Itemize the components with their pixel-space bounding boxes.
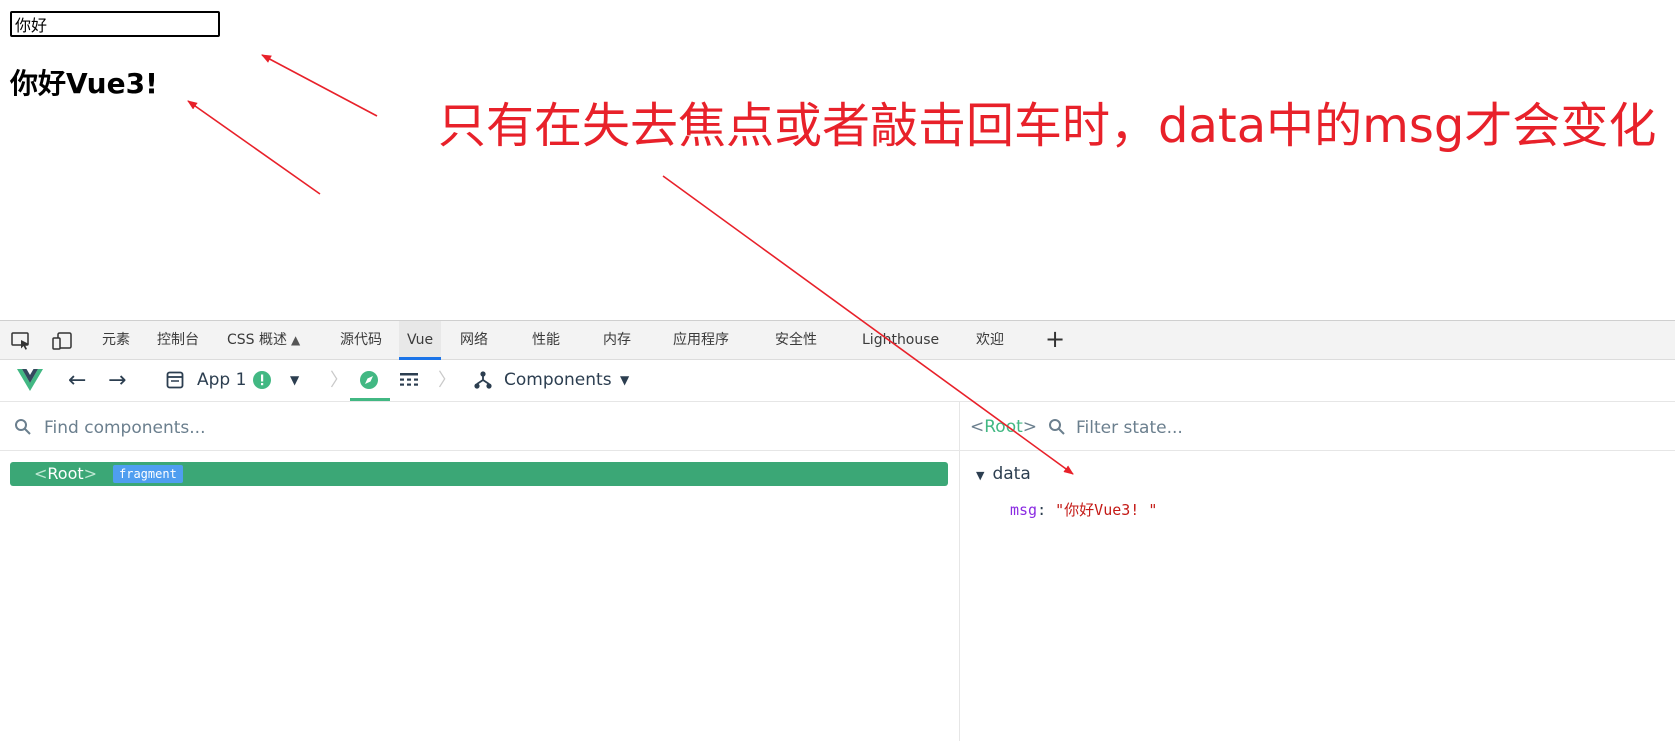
expand-triangle-icon[interactable]: ▼ (976, 469, 984, 482)
inspect-element-icon[interactable] (10, 330, 32, 352)
filter-search-icon (1048, 418, 1066, 440)
experiment-flask-icon: ▲ (291, 333, 301, 347)
data-section-header[interactable]: ▼ data (976, 462, 1031, 488)
tag-open-bracket: < (34, 464, 48, 483)
tag-close-bracket: > (83, 464, 98, 483)
tab-css-overview-label: CSS 概述 (227, 332, 287, 348)
tab-sources[interactable]: 源代码 (340, 321, 382, 360)
search-icon (14, 418, 32, 440)
state-header-row: <Root> (960, 402, 1675, 451)
selected-component-tag: <Root> (970, 416, 1037, 438)
tab-elements[interactable]: 元素 (102, 321, 130, 360)
find-components-input[interactable] (42, 414, 646, 442)
root-component-name: <Root> (34, 462, 97, 486)
tag-close-bracket: > (1022, 417, 1038, 437)
app-status-badge-icon (252, 360, 272, 401)
tab-application[interactable]: 应用程序 (673, 321, 729, 360)
tab-lighthouse[interactable]: Lighthouse (862, 321, 939, 360)
annotation-text: 只有在失去焦点或者敲击回车时，data中的msg才会变化 (438, 98, 1657, 154)
state-entry-msg[interactable]: msg: "你好Vue3! " (1010, 498, 1157, 522)
fragment-badge: fragment (113, 465, 183, 483)
msg-input[interactable] (10, 11, 220, 37)
app-selector[interactable]: App 1 (197, 360, 246, 401)
app-page: 你好Vue3! 只有在失去焦点或者敲击回车时，data中的msg才会变化 (0, 0, 1675, 320)
tab-console[interactable]: 控制台 (157, 321, 199, 360)
add-tab-button[interactable]: + (1045, 321, 1065, 360)
vue-logo-icon (16, 360, 44, 401)
tag-open-bracket: < (970, 417, 985, 437)
state-colon: : (1037, 501, 1047, 519)
components-tree-icon (473, 360, 493, 401)
view-dropdown-caret-icon[interactable]: ▼ (620, 360, 629, 401)
components-search-row (0, 402, 959, 451)
vue-toolbar: ← → App 1 ▼ 〉 〉 Components ▼ (0, 360, 1675, 402)
tree-root-label: Root (47, 464, 84, 483)
tab-security[interactable]: 安全性 (775, 321, 817, 360)
tab-css-overview[interactable]: CSS 概述 ▲ (227, 321, 300, 360)
tree-row-root[interactable]: <Root> fragment (10, 462, 948, 486)
view-selector[interactable]: Components (504, 360, 612, 401)
chevron-right-icon: 〉 (330, 370, 348, 391)
components-pane: <Root> fragment (0, 402, 959, 741)
msg-heading: 你好Vue3! (10, 67, 158, 100)
tab-vue[interactable]: Vue (399, 321, 442, 360)
app-window-icon (166, 360, 184, 401)
selected-view-indicator (350, 398, 390, 401)
state-key: msg (1010, 501, 1038, 519)
data-section-label: data (992, 464, 1031, 484)
back-arrow-icon[interactable]: ← (68, 360, 86, 401)
chevron-right-icon: 〉 (438, 370, 456, 391)
component-inspector-icon[interactable] (359, 360, 379, 401)
tab-network[interactable]: 网络 (460, 321, 488, 360)
app-dropdown-caret-icon[interactable]: ▼ (290, 360, 299, 401)
timeline-icon[interactable] (400, 360, 418, 401)
device-toolbar-icon[interactable] (51, 330, 73, 352)
tab-welcome[interactable]: 欢迎 (976, 321, 1004, 360)
filter-state-input[interactable] (1074, 414, 1478, 442)
devtools-tab-bar: 元素 控制台 CSS 概述 ▲ 源代码 Vue 网络 性能 内存 应用程序 安全性… (0, 320, 1675, 360)
state-inspector-pane: <Root> ▼ data msg: "你好Vue3! " (959, 402, 1675, 741)
forward-arrow-icon[interactable]: → (108, 360, 126, 401)
tab-performance[interactable]: 性能 (532, 321, 560, 360)
selected-component-name: Root (984, 417, 1023, 437)
tab-memory[interactable]: 内存 (603, 321, 631, 360)
state-value: "你好Vue3! " (1055, 501, 1158, 519)
